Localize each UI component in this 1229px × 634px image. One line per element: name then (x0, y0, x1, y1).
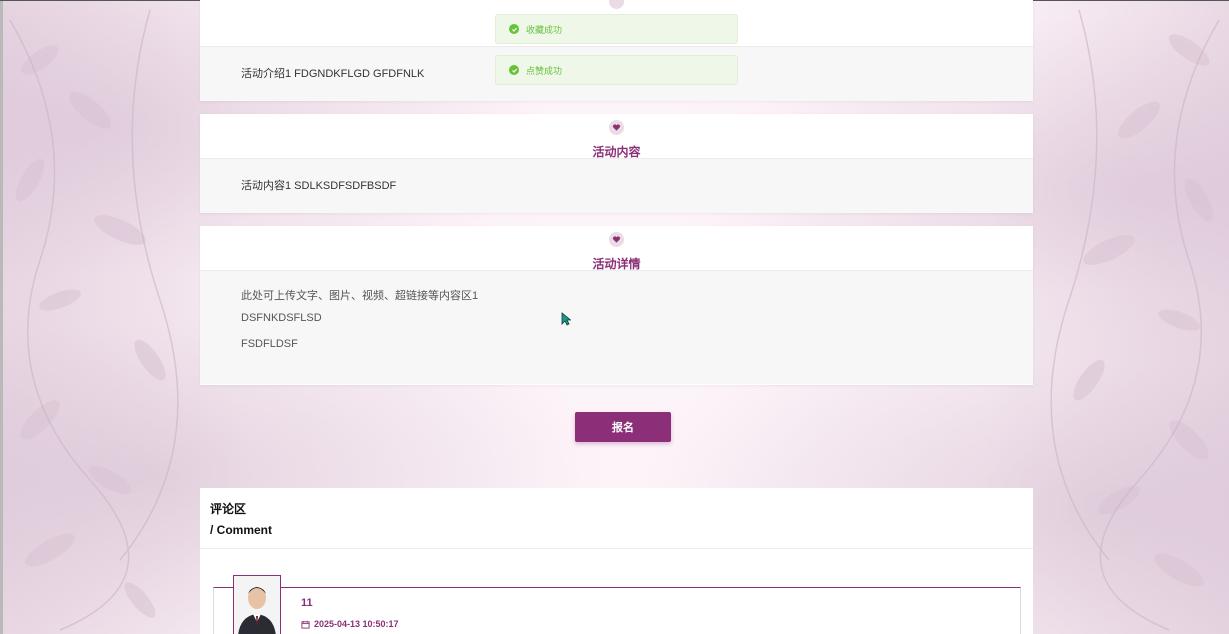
comment-title: 评论区 (210, 502, 247, 516)
check-circle-icon (509, 24, 519, 34)
detail-line: FSDFLDSF (241, 338, 298, 350)
toast-like-text: 点赞成功 (526, 65, 563, 76)
detail-section-title: 活动详情 (592, 257, 641, 271)
comment-section: 评论区 / Comment 11 2025-04-13 10:50:17 (200, 488, 1033, 634)
heart-icon (609, 120, 624, 135)
intro-text: 活动介绍1 FDGNDKFLGD GFDFNLK (241, 68, 425, 80)
window-edge (0, 0, 3, 634)
toast-collect-success: 收藏成功 (495, 14, 738, 44)
comment-header: 评论区 / Comment (200, 488, 1033, 549)
toast-collect-text: 收藏成功 (526, 24, 563, 35)
detail-panel-body: 此处可上传文字、图片、视频、超链接等内容区1 DSFNKDSFLSD FSDFL… (200, 270, 1033, 384)
heart-icon (609, 0, 624, 9)
content-panel-head: 活动内容 (200, 114, 1033, 159)
detail-line: 此处可上传文字、图片、视频、超链接等内容区1 (241, 290, 479, 302)
comment-username: 11 (301, 597, 313, 609)
content-text: 活动内容1 SDLKSDFSDFBSDF (241, 180, 397, 192)
floral-background-right (1050, 9, 1220, 631)
content-panel-body: 活动内容1 SDLKSDFSDFBSDF (200, 158, 1033, 213)
check-circle-icon (509, 65, 519, 75)
signup-button[interactable]: 报名 (575, 412, 671, 442)
comment-time: 2025-04-13 10:50:17 (301, 619, 399, 629)
heart-icon (609, 232, 624, 247)
comment-subtitle: / Comment (210, 523, 273, 537)
toast-like-success: 点赞成功 (495, 55, 738, 85)
content-section-title: 活动内容 (592, 145, 641, 159)
calendar-icon (301, 620, 310, 629)
detail-panel: 活动详情 此处可上传文字、图片、视频、超链接等内容区1 DSFNKDSFLSD … (200, 226, 1033, 385)
mouse-cursor-icon (561, 312, 571, 326)
detail-panel-head: 活动详情 (200, 226, 1033, 271)
detail-line: DSFNKDSFLSD (241, 312, 322, 324)
floral-background-left (9, 9, 179, 631)
comment-time-text: 2025-04-13 10:50:17 (314, 619, 399, 629)
avatar[interactable] (233, 575, 281, 634)
content-panel: 活动内容 活动内容1 SDLKSDFSDFBSDF (200, 114, 1033, 213)
